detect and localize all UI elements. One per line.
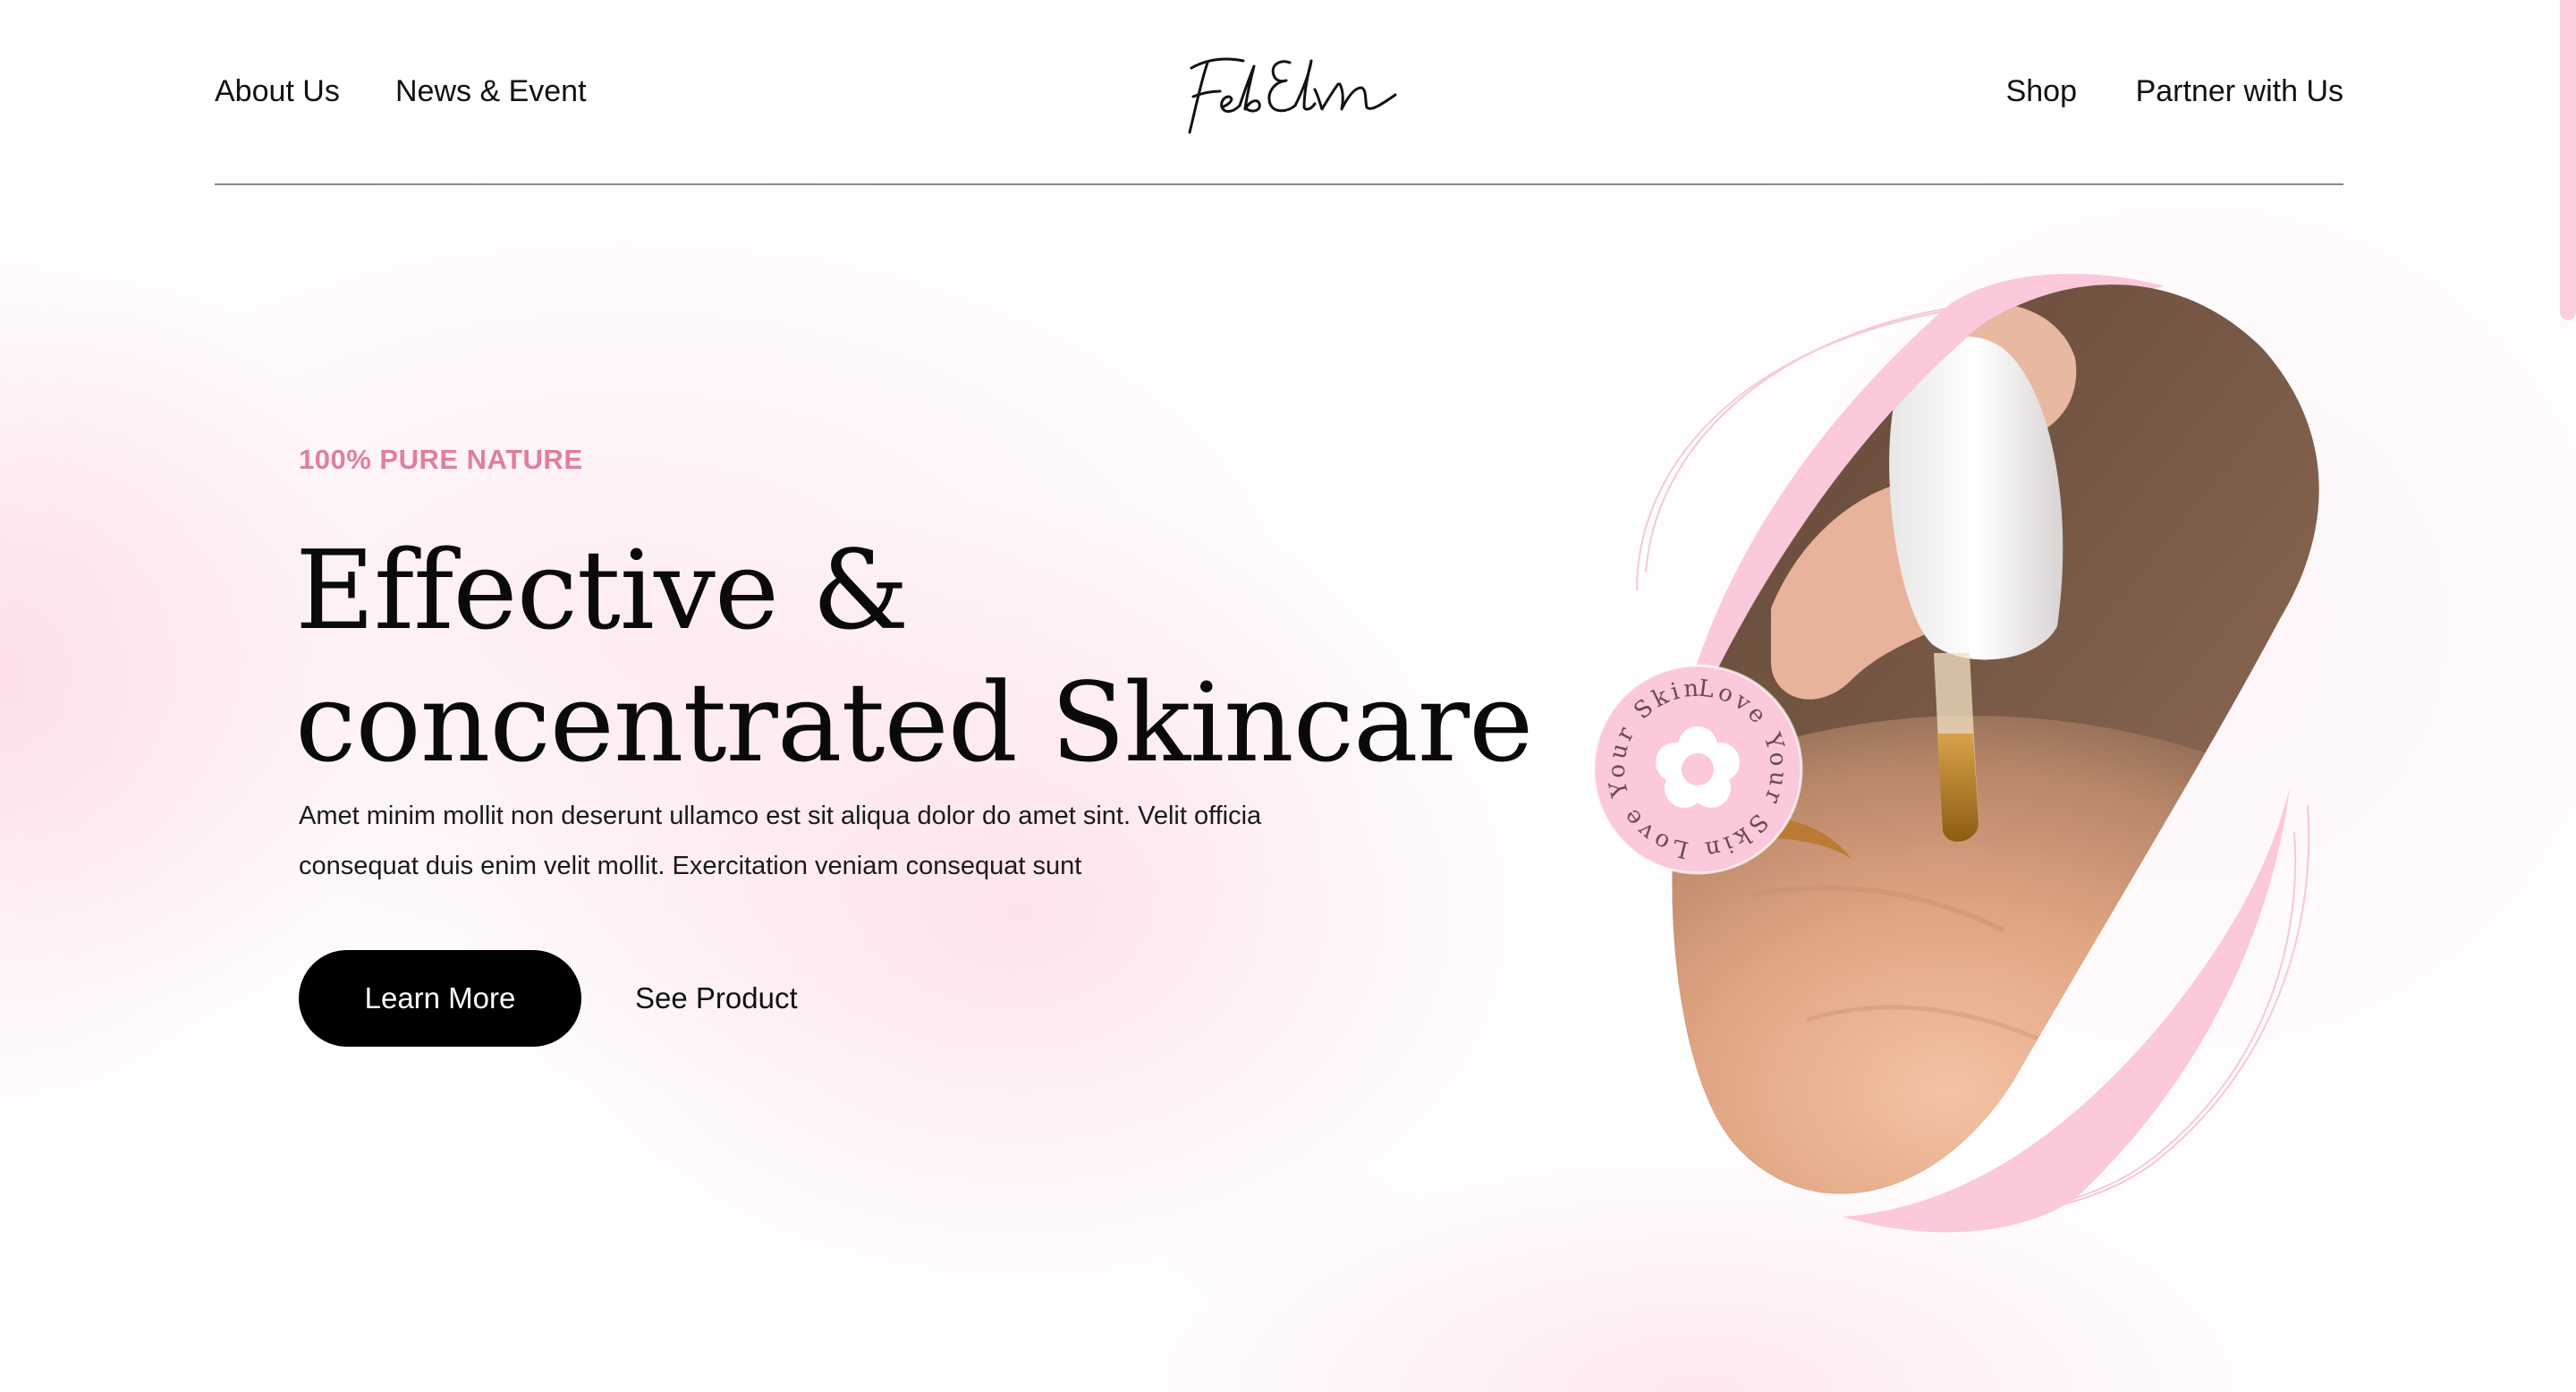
nav-news-event[interactable]: News & Event (395, 70, 587, 113)
site-header: About Us News & Event Shop Partner with … (215, 0, 2343, 185)
hero-title-line-1: Effective & (295, 527, 909, 654)
brand-logo-script (1188, 57, 1397, 134)
scrollbar-thumb[interactable] (2560, 0, 2576, 320)
nav-about-us[interactable]: About Us (215, 70, 340, 113)
nav-partner-with-us[interactable]: Partner with Us (2136, 70, 2343, 113)
hero-title-line-2: concentrated Skincare (295, 659, 1533, 786)
learn-more-button[interactable]: Learn More (299, 950, 581, 1047)
hero-title: Effective & concentrated Skincare (295, 524, 1533, 789)
hero-eyebrow: 100% PURE NATURE (299, 444, 583, 475)
nav-shop[interactable]: Shop (2006, 70, 2077, 113)
see-product-link[interactable]: See Product (635, 973, 798, 1023)
hero-description: Amet minim mollit non deserunt ullamco e… (299, 802, 1262, 880)
brand-logo[interactable] (1181, 48, 1413, 138)
hero-illustration: Love Your Skin Love Your Skin (1592, 274, 2319, 1233)
hero-visual: Love Your Skin Love Your Skin (1431, 250, 2397, 1252)
scrollbar[interactable] (2556, 0, 2576, 1392)
skin-love-badge: Love Your Skin Love Your Skin (1592, 664, 1803, 875)
